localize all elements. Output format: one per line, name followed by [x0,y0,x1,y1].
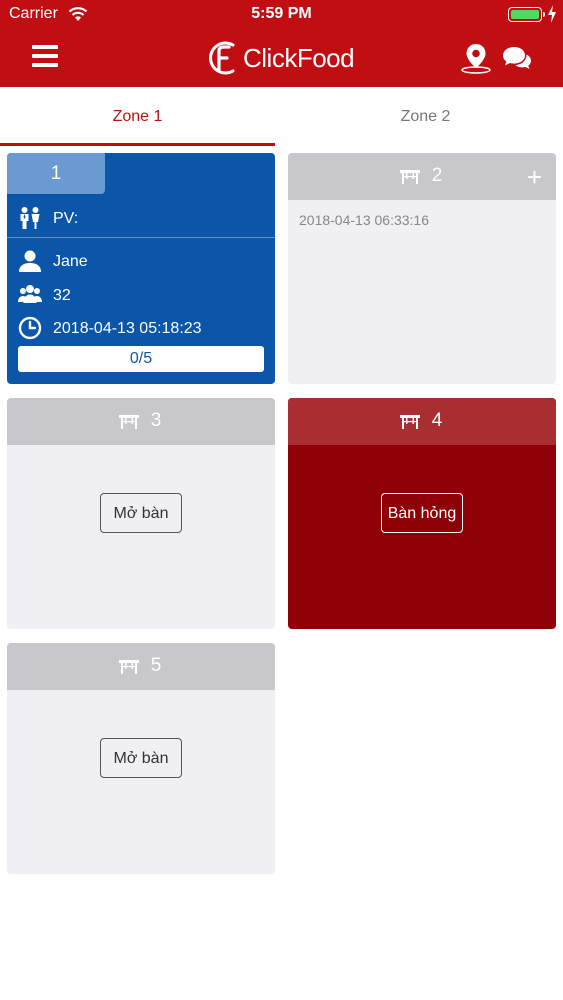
table-header-2: 2 + [288,153,556,200]
table-header-4: 4 [288,398,556,445]
table-card-5[interactable]: 5 Mở bàn [7,643,275,874]
staff-label: PV: [53,210,79,227]
table-number: 4 [431,410,443,431]
table-number: 5 [150,655,162,676]
brand-name: ClickFood [243,43,355,73]
opened-time: 2018-04-13 05:18:23 [53,320,202,337]
chat-bubbles-icon[interactable] [502,46,532,70]
broken-table-button[interactable]: Bàn hỏng [381,493,463,533]
app-header: Carrier 5:59 PM ClickFood [0,0,563,87]
person-icon [19,250,41,272]
table-number: 2 [431,165,443,186]
table-number: 1 [7,153,105,194]
table-card-4[interactable]: 4 Bàn hỏng [288,398,556,629]
charging-bolt-icon [548,5,556,23]
table-card-3[interactable]: 3 Mở bàn [7,398,275,629]
guest-count: 32 [53,287,71,304]
open-table-button[interactable]: Mở bàn [100,493,182,533]
logo-mark-icon [209,41,235,75]
zone-tabs: Zone 1 Zone 2 [0,87,563,147]
status-bar: Carrier 5:59 PM [0,0,563,30]
open-table-button[interactable]: Mở bàn [100,738,182,778]
status-time: 5:59 PM [251,5,312,22]
customer-row: Jane [18,249,268,275]
clickfood-logo: ClickFood [207,40,357,76]
hamburger-menu-icon[interactable] [32,45,58,67]
clock-icon [18,316,42,340]
table-header-5: 5 [7,643,275,690]
add-icon[interactable]: + [527,162,542,193]
tab-zone-1[interactable]: Zone 1 [0,87,275,147]
active-tab-indicator [0,143,275,146]
reservation-time: 2018-04-13 06:33:16 [299,212,429,228]
table-number: 3 [150,410,162,431]
group-icon [18,285,42,303]
customer-name: Jane [53,253,88,270]
opened-row: 2018-04-13 05:18:23 [18,316,268,342]
tab-zone-2[interactable]: Zone 2 [288,87,563,147]
table-card-1[interactable]: 1 PV: Jane 32 2018-04-13 05:18:23 0/5 [7,153,275,384]
battery-icon [508,7,542,22]
staff-row: PV: [18,206,268,232]
waiter-couple-icon [20,207,40,229]
order-progress: 0/5 [18,346,264,372]
map-pin-icon[interactable] [460,42,492,74]
card-divider [7,237,275,238]
guests-row: 32 [18,283,268,309]
table-card-2[interactable]: 2 + 2018-04-13 06:33:16 [288,153,556,384]
table-header-3: 3 [7,398,275,445]
